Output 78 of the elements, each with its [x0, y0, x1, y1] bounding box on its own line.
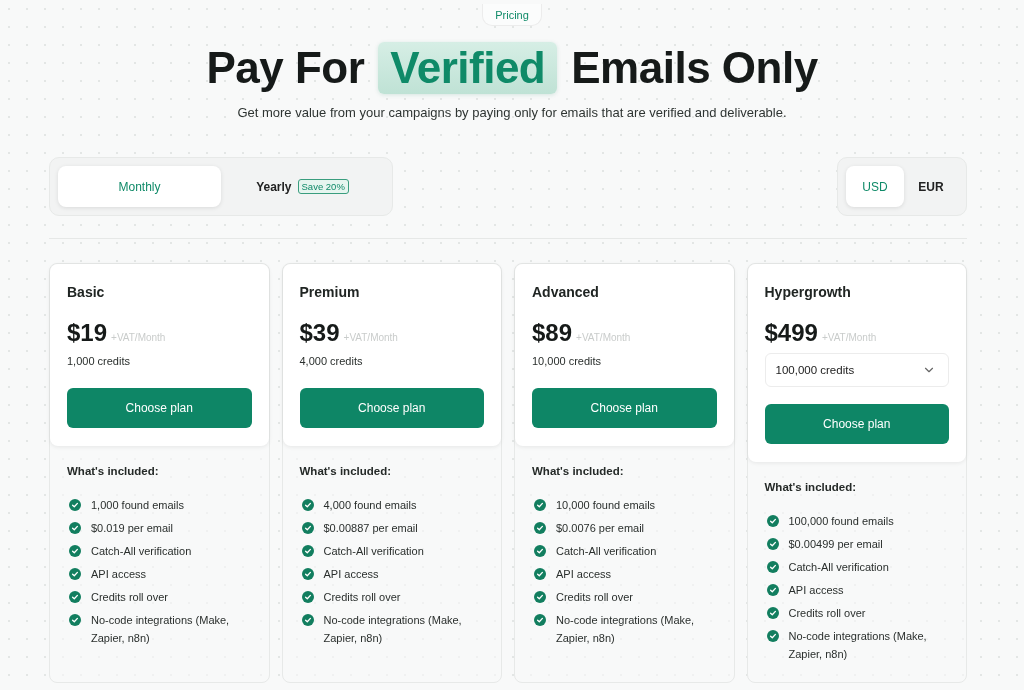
plan-price: $39: [299, 318, 340, 348]
feature-text: Catch-All verification: [91, 544, 192, 559]
plan-price: $89: [532, 318, 573, 348]
feature-text: 10,000 found emails: [556, 498, 656, 513]
feature-text: $0.0076 per email: [556, 521, 645, 536]
currency-tab[interactable]: EUR: [904, 166, 958, 207]
feature-text: 4,000 found emails: [323, 498, 417, 513]
plan-name: Advanced: [532, 283, 600, 301]
included-heading: What's included:: [67, 464, 160, 479]
check-icon: [301, 499, 314, 511]
feature-text: No-code integrations (Make, Zapier, n8n): [323, 613, 463, 646]
choose-plan-button[interactable]: Choose plan: [532, 388, 717, 428]
feature-text: API access: [556, 567, 612, 582]
check-icon: [534, 568, 546, 580]
feature-text: Catch-All verification: [556, 544, 657, 559]
check-icon: [301, 522, 314, 534]
check-icon: [534, 591, 546, 603]
check-icon: [766, 561, 779, 573]
choose-plan-button[interactable]: Choose plan: [764, 404, 949, 444]
check-icon: [301, 591, 314, 603]
plan-name: Premium: [299, 283, 361, 301]
feature-text: $0.00887 per email: [323, 521, 418, 536]
check-icon: [69, 545, 81, 557]
check-icon: [69, 522, 81, 534]
plan-name: Basic: [67, 283, 106, 301]
feature-text: Credits roll over: [556, 590, 634, 605]
check-icon: [766, 607, 779, 619]
check-icon: [534, 614, 546, 626]
feature-text: API access: [91, 567, 147, 582]
choose-plan-button[interactable]: Choose plan: [67, 388, 252, 428]
check-icon: [766, 515, 779, 527]
feature-text: Catch-All verification: [788, 560, 889, 575]
feature-text: No-code integrations (Make, Zapier, n8n): [788, 629, 928, 662]
feature-text: 1,000 found emails: [91, 498, 184, 513]
heading-text: Pay For: [206, 42, 365, 94]
billing-tab[interactable]: Yearly Save 20%: [221, 166, 384, 207]
check-icon: [69, 591, 81, 603]
included-heading: What's included:: [532, 464, 625, 479]
feature-text: Credits roll over: [91, 590, 169, 605]
credits-select[interactable]: 100,000 credits: [764, 353, 949, 387]
choose-plan-button[interactable]: Choose plan: [299, 388, 484, 428]
check-icon: [534, 545, 546, 557]
included-heading: What's included:: [299, 464, 393, 479]
check-icon: [301, 568, 314, 580]
check-icon: [766, 538, 779, 550]
credits-text: 4,000 credits: [299, 354, 364, 369]
check-icon: [534, 522, 546, 534]
feature-text: API access: [323, 567, 379, 582]
plan-name: Hypergrowth: [764, 283, 852, 301]
check-icon: [301, 545, 314, 557]
discount-badge: Save 20%: [297, 179, 349, 194]
check-icon: [534, 499, 546, 511]
check-icon: [69, 568, 81, 580]
plan-price: $19: [67, 318, 108, 348]
check-icon: [69, 499, 81, 511]
heading-text: Emails Only: [571, 42, 818, 94]
pricing-tag: Pricing: [482, 4, 542, 26]
highlighted-heading-word: Verified: [378, 42, 558, 94]
subtitle: Get more value from your campaigns by paying only for emails that are verified and deliverable.: [237, 104, 787, 122]
feature-text: 100,000 found emails: [788, 514, 894, 529]
included-heading: What's included:: [764, 480, 858, 495]
check-icon: [766, 630, 779, 642]
feature-text: No-code integrations (Make, Zapier, n8n): [91, 613, 231, 646]
credits-text: 1,000 credits: [67, 354, 131, 369]
feature-text: API access: [788, 583, 844, 598]
check-icon: [766, 584, 779, 596]
feature-text: Credits roll over: [788, 606, 866, 621]
feature-text: No-code integrations (Make, Zapier, n8n): [556, 613, 696, 646]
feature-text: Credits roll over: [323, 590, 401, 605]
feature-text: $0.00499 per email: [788, 537, 883, 552]
feature-text: Catch-All verification: [323, 544, 424, 559]
check-icon: [69, 614, 81, 626]
billing-tab[interactable]: Monthly: [58, 166, 221, 207]
credits-text: 10,000 credits: [532, 354, 603, 369]
plan-price: $499: [764, 318, 818, 348]
feature-text: $0.019 per email: [91, 521, 173, 536]
check-icon: [301, 614, 314, 626]
currency-tab[interactable]: USD: [846, 166, 904, 207]
